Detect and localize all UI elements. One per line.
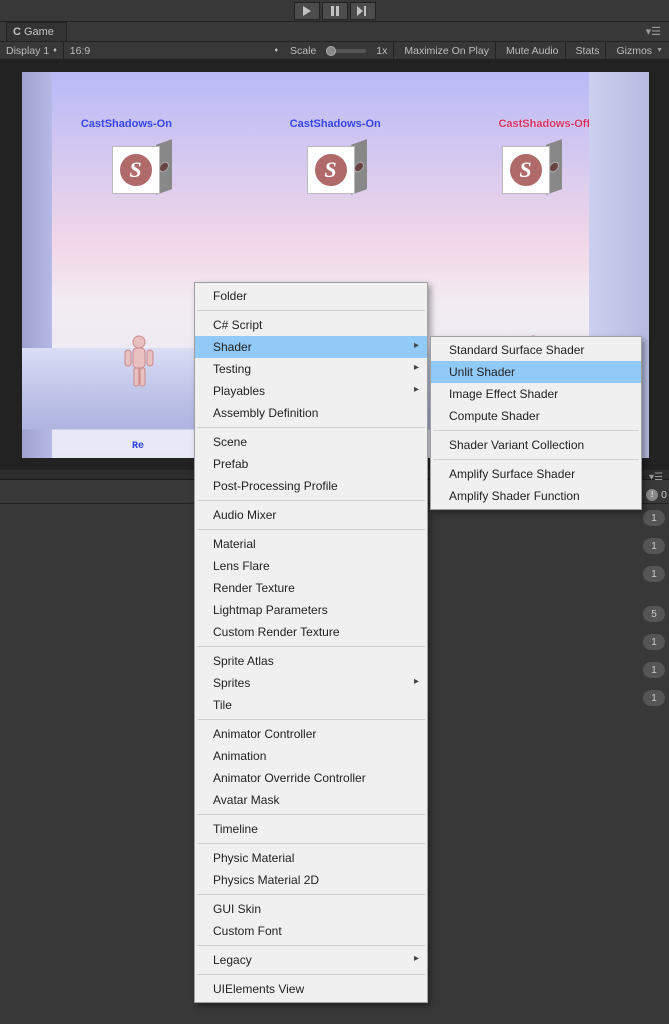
display-dropdown[interactable]: Display 1♦ — [0, 43, 63, 59]
scale-value: 1x — [370, 43, 393, 59]
create-menu-item-material[interactable]: Material — [195, 533, 427, 555]
create-menu-item-custom-font[interactable]: Custom Font — [195, 920, 427, 942]
create-menu-item-animation[interactable]: Animation — [195, 745, 427, 767]
row-count-pill: 5 — [643, 606, 665, 622]
row-count-pill: 1 — [643, 538, 665, 554]
create-menu-item-uielements-view[interactable]: UIElements View — [195, 978, 427, 1000]
scene-bottom-label: Re — [132, 441, 144, 452]
shader-menu-item-shader-variant-collection[interactable]: Shader Variant Collection — [431, 434, 641, 456]
row-count-pill: 1 — [643, 690, 665, 706]
dice-3: S — [502, 142, 562, 198]
create-menu-item-sprite-atlas[interactable]: Sprite Atlas — [195, 650, 427, 672]
shader-submenu: Standard Surface ShaderUnlit ShaderImage… — [430, 336, 642, 510]
display-value: Display 1 — [6, 45, 49, 57]
stats-toggle[interactable]: Stats — [570, 43, 606, 59]
create-menu-separator — [197, 843, 425, 844]
create-menu-item-shader[interactable]: Shader — [195, 336, 427, 358]
shader-menu-item-image-effect-shader[interactable]: Image Effect Shader — [431, 383, 641, 405]
create-menu-separator — [197, 719, 425, 720]
panel-options-icon[interactable]: ▾☰ — [649, 472, 663, 483]
shader-menu-item-unlit-shader[interactable]: Unlit Shader — [431, 361, 641, 383]
mute-audio-toggle[interactable]: Mute Audio — [500, 43, 565, 59]
shader-menu-item-amplify-surface-shader[interactable]: Amplify Surface Shader — [431, 463, 641, 485]
create-menu-separator — [197, 945, 425, 946]
csharp-icon: C — [13, 26, 21, 38]
create-menu-separator — [197, 529, 425, 530]
create-menu-item-playables[interactable]: Playables — [195, 380, 427, 402]
row-count-pill: 1 — [643, 566, 665, 582]
play-button[interactable] — [294, 2, 320, 20]
tab-strip: CGame ▾☰ — [0, 22, 669, 42]
create-menu-item-testing[interactable]: Testing — [195, 358, 427, 380]
shader-menu-item-standard-surface-shader[interactable]: Standard Surface Shader — [431, 339, 641, 361]
scale-label: Scale — [284, 43, 322, 59]
game-toolbar: Display 1♦ 16:9 ♦ Scale 1x Maximize On P… — [0, 42, 669, 60]
create-menu-item-prefab[interactable]: Prefab — [195, 453, 427, 475]
panel-options-icon[interactable]: ▾☰ — [646, 22, 669, 41]
play-controls-bar — [0, 0, 669, 22]
aspect-value: 16:9 — [70, 45, 90, 57]
gizmos-dropdown[interactable]: Gizmos ▼ — [610, 43, 669, 59]
shader-menu-separator — [433, 430, 639, 431]
aspect-dropdown[interactable]: 16:9 — [64, 43, 96, 59]
character-1 — [119, 334, 159, 388]
game-tab[interactable]: CGame — [6, 22, 67, 41]
create-menu-item-physic-material[interactable]: Physic Material — [195, 847, 427, 869]
aspect-handle[interactable]: ♦ — [268, 45, 284, 56]
shader-menu-separator — [433, 459, 639, 460]
create-menu-item-gui-skin[interactable]: GUI Skin — [195, 898, 427, 920]
create-menu-item-assembly-definition[interactable]: Assembly Definition — [195, 402, 427, 424]
error-icon: ! — [646, 489, 658, 501]
create-menu-item-avatar-mask[interactable]: Avatar Mask — [195, 789, 427, 811]
scene-label-3: CastShadows-Off — [498, 118, 590, 130]
gizmos-label: Gizmos — [616, 45, 652, 57]
create-menu-item-sprites[interactable]: Sprites — [195, 672, 427, 694]
shader-menu-item-amplify-shader-function[interactable]: Amplify Shader Function — [431, 485, 641, 507]
create-menu-item-timeline[interactable]: Timeline — [195, 818, 427, 840]
create-menu-item-animator-controller[interactable]: Animator Controller — [195, 723, 427, 745]
scene-labels: CastShadows-On CastShadows-On CastShadow… — [22, 118, 649, 130]
create-menu-separator — [197, 310, 425, 311]
row-count-pill: 1 — [643, 662, 665, 678]
create-menu-separator — [197, 974, 425, 975]
create-menu-item-custom-render-texture[interactable]: Custom Render Texture — [195, 621, 427, 643]
create-menu-separator — [197, 646, 425, 647]
error-count-chip[interactable]: ! 0 — [646, 489, 667, 501]
create-menu-item-animator-override-controller[interactable]: Animator Override Controller — [195, 767, 427, 789]
create-menu-item-folder[interactable]: Folder — [195, 285, 427, 307]
step-button[interactable] — [350, 2, 376, 20]
scale-slider[interactable] — [322, 49, 370, 53]
create-menu-item-lens-flare[interactable]: Lens Flare — [195, 555, 427, 577]
error-count: 0 — [661, 489, 667, 501]
dice-2: S — [307, 142, 367, 198]
create-menu-item-audio-mixer[interactable]: Audio Mixer — [195, 504, 427, 526]
row-counts-column: 1 1 1 5 1 1 1 — [643, 510, 665, 706]
dice-row: S S S — [44, 142, 629, 198]
tab-label: Game — [24, 26, 54, 38]
create-menu-separator — [197, 500, 425, 501]
scene-label-2: CastShadows-On — [290, 118, 381, 130]
create-menu-separator — [197, 814, 425, 815]
create-menu-item-scene[interactable]: Scene — [195, 431, 427, 453]
create-menu-item-tile[interactable]: Tile — [195, 694, 427, 716]
create-menu-item-c-script[interactable]: C# Script — [195, 314, 427, 336]
create-menu-item-post-processing-profile[interactable]: Post-Processing Profile — [195, 475, 427, 497]
row-count-pill: 1 — [643, 634, 665, 650]
create-menu-item-render-texture[interactable]: Render Texture — [195, 577, 427, 599]
create-menu-separator — [197, 894, 425, 895]
create-menu-item-lightmap-parameters[interactable]: Lightmap Parameters — [195, 599, 427, 621]
pause-button[interactable] — [322, 2, 348, 20]
scene-label-1: CastShadows-On — [81, 118, 172, 130]
create-menu-item-legacy[interactable]: Legacy — [195, 949, 427, 971]
create-context-menu: Folder C# ScriptShaderTestingPlayablesAss… — [194, 282, 428, 1003]
create-menu-separator — [197, 427, 425, 428]
dice-1: S — [112, 142, 172, 198]
create-menu-item-physics-material-2d[interactable]: Physics Material 2D — [195, 869, 427, 891]
row-count-pill: 1 — [643, 510, 665, 526]
maximize-on-play-toggle[interactable]: Maximize On Play — [398, 43, 495, 59]
shader-menu-item-compute-shader[interactable]: Compute Shader — [431, 405, 641, 427]
